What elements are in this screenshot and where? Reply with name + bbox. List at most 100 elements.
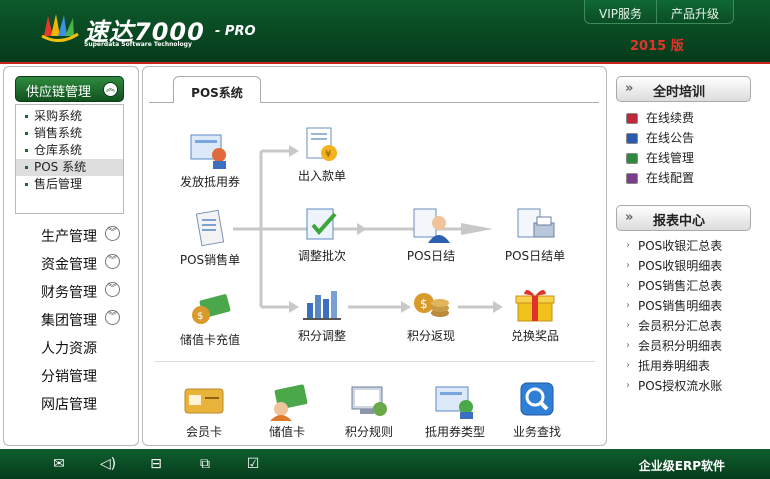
report-link-pos-auth-ledger[interactable]: › POS授权流水账 [626,376,722,396]
tile-label: POS日结 [406,249,456,263]
training-title: 全时培训 [653,85,706,100]
bar-chart-icon [299,285,345,325]
redeem-prize-tile[interactable]: 兑换奖品 [495,285,575,344]
tile-label: 储值卡 [268,425,305,439]
cash-in-out-tile[interactable]: ¥ 出入款单 [282,125,362,184]
business-search-tile[interactable]: 业务查找 [497,381,577,440]
training-item-announcement[interactable]: 在线公告 [626,128,694,148]
submenu-item-after-sales[interactable]: 售后管理 [16,176,123,193]
chevron-down-icon[interactable]: ︾ [105,226,120,241]
issue-voucher-tile[interactable]: 发放抵用券 [170,131,250,190]
tile-label: 会员卡 [185,425,222,439]
training-item-label: 在线续费 [646,111,695,125]
training-header[interactable]: » 全时培训 [616,76,751,102]
chevron-down-icon[interactable]: ︾ [105,282,120,297]
pos-daily-report-tile[interactable]: POS日结单 [495,205,575,264]
report-center-title: 报表中心 [653,214,706,229]
tile-label: 积分规则 [344,425,393,439]
report-link-label: 会员积分明细表 [638,339,723,353]
tile-label: POS销售单 [179,253,241,267]
report-link-label: 抵用券明细表 [638,359,711,373]
sidebar-item-label: 网店管理 [41,397,97,413]
chevron-right-icon: › [626,380,630,391]
training-item-label: 在线管理 [646,151,695,165]
right-panel: » 全时培训 在线续费 在线公告 在线管理 在线配置 » 报表中心 › POS收银… [610,66,768,446]
voucher-type-icon [432,381,478,421]
voucher-issue-icon [187,131,233,171]
chevron-right-icon: › [626,260,630,271]
tile-label: 抵用券类型 [424,425,485,439]
submenu-item-pos[interactable]: POS 系统 [16,159,123,176]
sidebar: 供应链管理 ︽ 采购系统 销售系统 仓库系统 POS 系统 售后管理 生产管理 ︾… [3,66,139,446]
report-link-points-detail[interactable]: › 会员积分明细表 [626,336,722,356]
report-link-label: POS授权流水账 [638,379,723,393]
chevron-down-icon[interactable]: ︾ [105,254,120,269]
sidebar-item-funds[interactable]: 资金管理 ︾ [4,251,138,279]
main-panel: POS系统 发放抵用券 ¥ 出入款单 POS销售单 调整批次 POS日结 POS… [142,66,607,446]
chevron-right-icon: › [626,320,630,331]
report-link-pos-sales-summary[interactable]: › POS销售汇总表 [626,276,722,296]
section-divider [155,361,595,362]
book-icon [626,133,638,144]
svg-text:$: $ [420,297,428,311]
stored-value-recharge-tile[interactable]: $ 储值卡充值 [170,289,250,348]
report-link-voucher-detail[interactable]: › 抵用券明细表 [626,356,710,376]
voucher-type-tile[interactable]: 抵用券类型 [415,381,495,440]
sidebar-item-label: 生产管理 [41,229,97,245]
report-link-pos-cash-summary[interactable]: › POS收银汇总表 [626,236,722,256]
submenu-item-sales[interactable]: 销售系统 [16,125,123,142]
tile-label: 业务查找 [512,425,561,439]
training-item-manage[interactable]: 在线管理 [626,148,694,168]
product-upgrade-button[interactable]: 产品升级 [655,0,733,24]
tile-label: 储值卡充值 [179,333,240,347]
book-icon [626,113,638,124]
card-coins-icon: $ [187,289,233,329]
sidebar-item-label: 分销管理 [41,369,97,385]
pos-daily-close-tile[interactable]: POS日结 [391,205,471,264]
chevron-up-icon[interactable]: ︽ [103,82,118,97]
stored-value-card-tile[interactable]: 储值卡 [247,381,327,440]
sidebar-menu: 生产管理 ︾ 资金管理 ︾ 财务管理 ︾ 集团管理 ︾ 人力资源 分销管理 网店管理 [4,223,138,419]
submenu-panel: 采购系统 销售系统 仓库系统 POS 系统 售后管理 [15,104,124,214]
copy-icon[interactable]: ⧉ [196,455,214,473]
mail-icon[interactable]: ✉ [50,455,68,473]
tile-label: 积分调整 [297,329,346,343]
training-item-config[interactable]: 在线配置 [626,168,694,188]
sidebar-item-finance[interactable]: 财务管理 ︾ [4,279,138,307]
sidebar-item-label: 人力资源 [41,341,97,357]
sidebar-item-hr[interactable]: 人力资源 [4,335,138,363]
report-link-pos-cash-detail[interactable]: › POS收银明细表 [626,256,722,276]
member-card-tile[interactable]: 会员卡 [164,381,244,440]
check-circle-icon[interactable]: ☑ [244,455,262,473]
report-link-points-summary[interactable]: › 会员积分汇总表 [626,316,722,336]
chevron-down-icon[interactable]: ︾ [105,310,120,325]
report-center-header[interactable]: » 报表中心 [616,205,751,231]
sidebar-item-production[interactable]: 生产管理 ︾ [4,223,138,251]
submenu-item-warehouse[interactable]: 仓库系统 [16,142,123,159]
report-link-label: POS收银明细表 [638,259,723,273]
adjust-batch-tile[interactable]: 调整批次 [282,205,362,264]
speaker-icon[interactable]: ◁) [99,455,117,473]
points-cashback-tile[interactable]: $ 积分返现 [391,285,471,344]
book-icon [626,173,638,184]
sidebar-item-group[interactable]: 集团管理 ︾ [4,307,138,335]
report-link-pos-sales-detail[interactable]: › POS销售明细表 [626,296,722,316]
sidebar-item-label: 集团管理 [41,313,97,329]
points-adjust-tile[interactable]: 积分调整 [282,285,362,344]
points-rules-tile[interactable]: 积分规则 [329,381,409,440]
chevron-right-icon: › [626,240,630,251]
brand-tagline: 企业级ERP软件 [638,459,725,473]
sidebar-group-supply-chain[interactable]: 供应链管理 ︽ [15,76,124,102]
chevron-right-icon: › [626,360,630,371]
app-header: 速达7000 - PRO Superdata Software Technolo… [0,0,770,62]
vip-service-button[interactable]: VIP服务 [585,0,656,24]
user-document-icon [408,205,454,245]
tile-label: POS日结单 [504,249,566,263]
sidebar-item-distribution[interactable]: 分销管理 [4,363,138,391]
training-item-label: 在线公告 [646,131,695,145]
pos-sales-order-tile[interactable]: POS销售单 [170,209,250,268]
training-item-renew[interactable]: 在线续费 [626,108,694,128]
book-icon[interactable]: ⊟ [147,455,165,473]
sidebar-item-online-store[interactable]: 网店管理 [4,391,138,419]
submenu-item-purchase[interactable]: 采购系统 [16,108,123,125]
